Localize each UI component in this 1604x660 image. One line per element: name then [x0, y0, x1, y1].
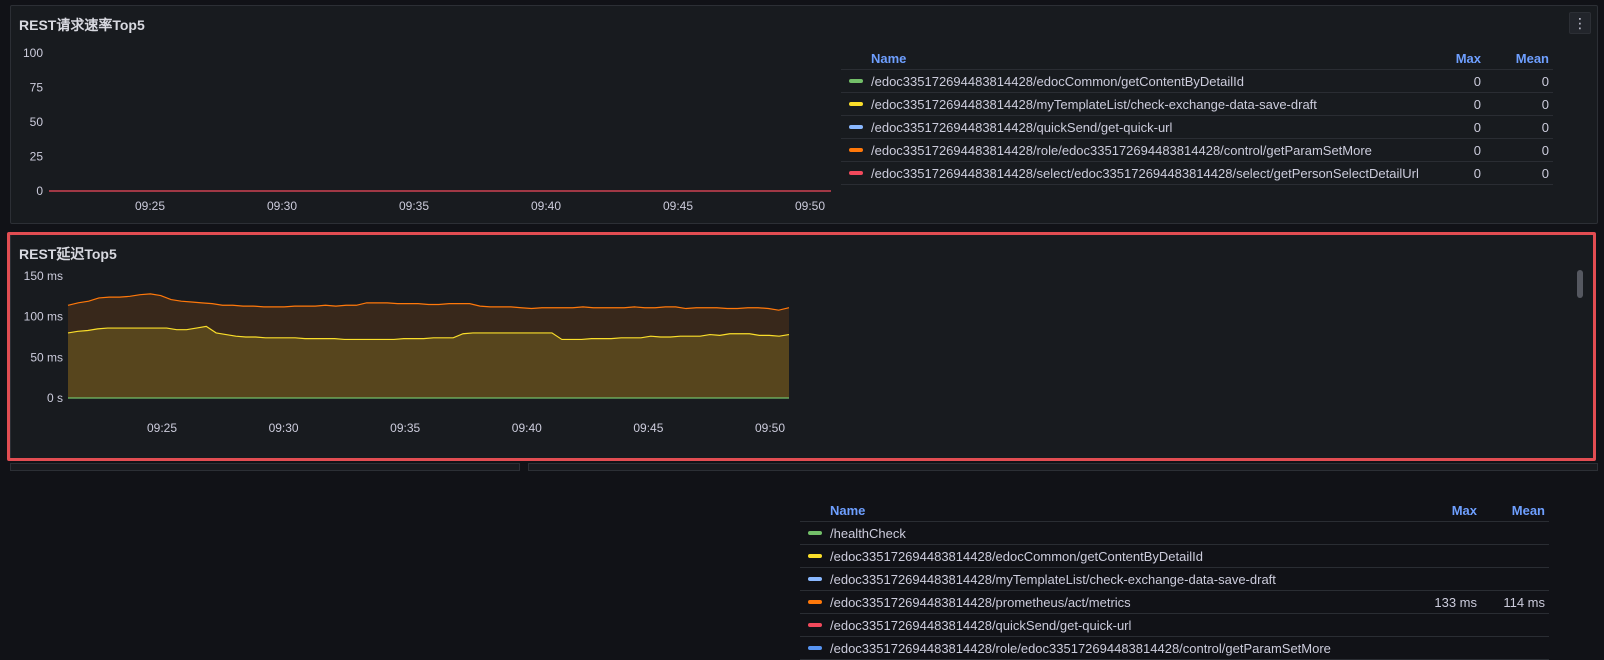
x-tick-label: 09:35 [390, 421, 420, 435]
legend-series[interactable]: /edoc335172694483814428/myTemplateList/c… [800, 572, 1417, 587]
series-name: /healthCheck [830, 525, 906, 541]
x-tick-label: 09:25 [147, 421, 177, 435]
latency-legend: Name Max Mean/healthCheck/edoc335172694483… [800, 499, 1549, 660]
legend-header: Name Max Mean [841, 47, 1553, 70]
series-mean: 114 ms [1503, 594, 1545, 610]
legend-series[interactable]: /edoc335172694483814428/select/edoc33517… [841, 166, 1421, 181]
series-max: 0 [1473, 165, 1481, 181]
series-max: 0 [1473, 119, 1481, 135]
legend-header-mean[interactable]: Mean [1477, 503, 1549, 518]
series-color-swatch [808, 646, 822, 650]
y-tick-label: 150 ms [24, 269, 63, 283]
series-max: 133 ms [1434, 594, 1477, 610]
series-color-swatch [849, 125, 863, 129]
x-tick-label: 09:30 [269, 421, 299, 435]
x-tick-label: 09:40 [531, 199, 561, 213]
series-name: /edoc335172694483814428/myTemplateList/c… [871, 96, 1317, 112]
series-name: /edoc335172694483814428/role/edoc3351726… [830, 640, 1331, 656]
legend-header-name[interactable]: Name [800, 503, 1417, 518]
legend-row[interactable]: /edoc335172694483814428/prometheus/act/m… [800, 591, 1549, 614]
x-tick-label: 09:45 [633, 421, 663, 435]
legend-series[interactable]: /edoc335172694483814428/edocCommon/getCo… [800, 549, 1417, 564]
series-color-swatch [849, 148, 863, 152]
legend-row[interactable]: /edoc335172694483814428/quickSend/get-qu… [800, 614, 1549, 637]
legend-header: Name Max Mean [800, 499, 1549, 522]
y-tick-label: 100 [23, 46, 43, 60]
y-tick-label: 50 [30, 115, 44, 129]
next-panel-edge [10, 463, 520, 471]
legend-header-max[interactable]: Max [1421, 51, 1481, 66]
legend-row[interactable]: /edoc335172694483814428/role/edoc3351726… [841, 139, 1553, 162]
series-color-swatch [808, 554, 822, 558]
rate-legend: Name Max Mean/edoc335172694483814428/edocC… [841, 47, 1553, 185]
series-max: 0 [1473, 96, 1481, 112]
legend-row[interactable]: /edoc335172694483814428/role/edoc3351726… [800, 637, 1549, 660]
legend-header-name[interactable]: Name [841, 51, 1421, 66]
legend-series[interactable]: /edoc335172694483814428/prometheus/act/m… [800, 595, 1417, 610]
series-mean: 0 [1541, 73, 1549, 89]
kebab-menu-icon: ⋮ [1573, 15, 1587, 31]
x-tick-label: 09:30 [267, 199, 297, 213]
legend-series[interactable]: /edoc335172694483814428/role/edoc3351726… [841, 143, 1421, 158]
series-name: /edoc335172694483814428/quickSend/get-qu… [830, 617, 1132, 633]
series-name: /edoc335172694483814428/prometheus/act/m… [830, 594, 1131, 610]
series-name: /edoc335172694483814428/myTemplateList/c… [830, 571, 1276, 587]
legend-series[interactable]: /edoc335172694483814428/edocCommon/getCo… [841, 74, 1421, 89]
legend-scrollbar[interactable] [1577, 270, 1583, 298]
legend-row[interactable]: /edoc335172694483814428/quickSend/get-qu… [841, 116, 1553, 139]
series-mean: 0 [1541, 165, 1549, 181]
series-color-swatch [808, 600, 822, 604]
y-tick-label: 25 [30, 150, 44, 164]
y-tick-label: 0 [36, 184, 43, 198]
legend-row[interactable]: /edoc335172694483814428/myTemplateList/c… [841, 93, 1553, 116]
legend-series[interactable]: /edoc335172694483814428/quickSend/get-qu… [841, 120, 1421, 135]
series-color-swatch [808, 577, 822, 581]
panel-menu-button[interactable]: ⋮ [1569, 12, 1591, 34]
next-panel-edge [528, 463, 1598, 471]
series-mean: 0 [1541, 96, 1549, 112]
y-tick-label: 75 [30, 81, 44, 95]
x-tick-label: 09:50 [755, 421, 785, 435]
y-tick-label: 100 ms [24, 310, 63, 324]
legend-header-mean[interactable]: Mean [1481, 51, 1553, 66]
latency-chart[interactable]: 0 s 50 ms 100 ms 150 ms 09:25 09:30 09:35 09:40… [11, 235, 791, 455]
x-tick-label: 09:25 [135, 199, 165, 213]
y-tick-label: 0 s [47, 391, 63, 405]
series-name: /edoc335172694483814428/role/edoc3351726… [871, 142, 1372, 158]
rest-request-rate-panel: REST请求速率Top5 ⋮ 0 25 50 75 100 09:25 09:30 09:35… [10, 5, 1598, 224]
legend-series[interactable]: /edoc335172694483814428/quickSend/get-qu… [800, 618, 1417, 633]
series-name: /edoc335172694483814428/edocCommon/getCo… [871, 73, 1244, 89]
legend-row[interactable]: /edoc335172694483814428/edocCommon/getCo… [841, 70, 1553, 93]
series-mean: 0 [1541, 142, 1549, 158]
x-tick-label: 09:40 [512, 421, 542, 435]
legend-series[interactable]: /healthCheck [800, 526, 1417, 541]
series-name: /edoc335172694483814428/quickSend/get-qu… [871, 119, 1173, 135]
legend-row[interactable]: /edoc335172694483814428/edocCommon/getCo… [800, 545, 1549, 568]
series-color-swatch [808, 531, 822, 535]
y-tick-label: 50 ms [30, 350, 63, 364]
legend-row[interactable]: /edoc335172694483814428/myTemplateList/c… [800, 568, 1549, 591]
x-tick-label: 09:45 [663, 199, 693, 213]
legend-series[interactable]: /edoc335172694483814428/myTemplateList/c… [841, 97, 1421, 112]
series-color-swatch [808, 623, 822, 627]
rest-latency-panel: REST延迟Top5 0 s 50 ms 100 ms 150 ms 09:25 09:3… [10, 234, 1594, 660]
series-max: 0 [1473, 142, 1481, 158]
legend-row[interactable]: /healthCheck [800, 522, 1549, 545]
series-name: /edoc335172694483814428/select/edoc33517… [871, 165, 1419, 181]
series-name: /edoc335172694483814428/edocCommon/getCo… [830, 548, 1203, 564]
series-max: 0 [1473, 73, 1481, 89]
x-tick-label: 09:50 [795, 199, 825, 213]
legend-series[interactable]: /edoc335172694483814428/role/edoc3351726… [800, 641, 1417, 656]
legend-row[interactable]: /edoc335172694483814428/select/edoc33517… [841, 162, 1553, 185]
x-tick-label: 09:35 [399, 199, 429, 213]
rate-chart[interactable]: 0 25 50 75 100 09:25 09:30 09:35 09:40 09:45 09:50 [11, 6, 831, 216]
legend-header-max[interactable]: Max [1417, 503, 1477, 518]
series-mean: 0 [1541, 119, 1549, 135]
series-color-swatch [849, 102, 863, 106]
series-color-swatch [849, 79, 863, 83]
series-color-swatch [849, 171, 863, 175]
